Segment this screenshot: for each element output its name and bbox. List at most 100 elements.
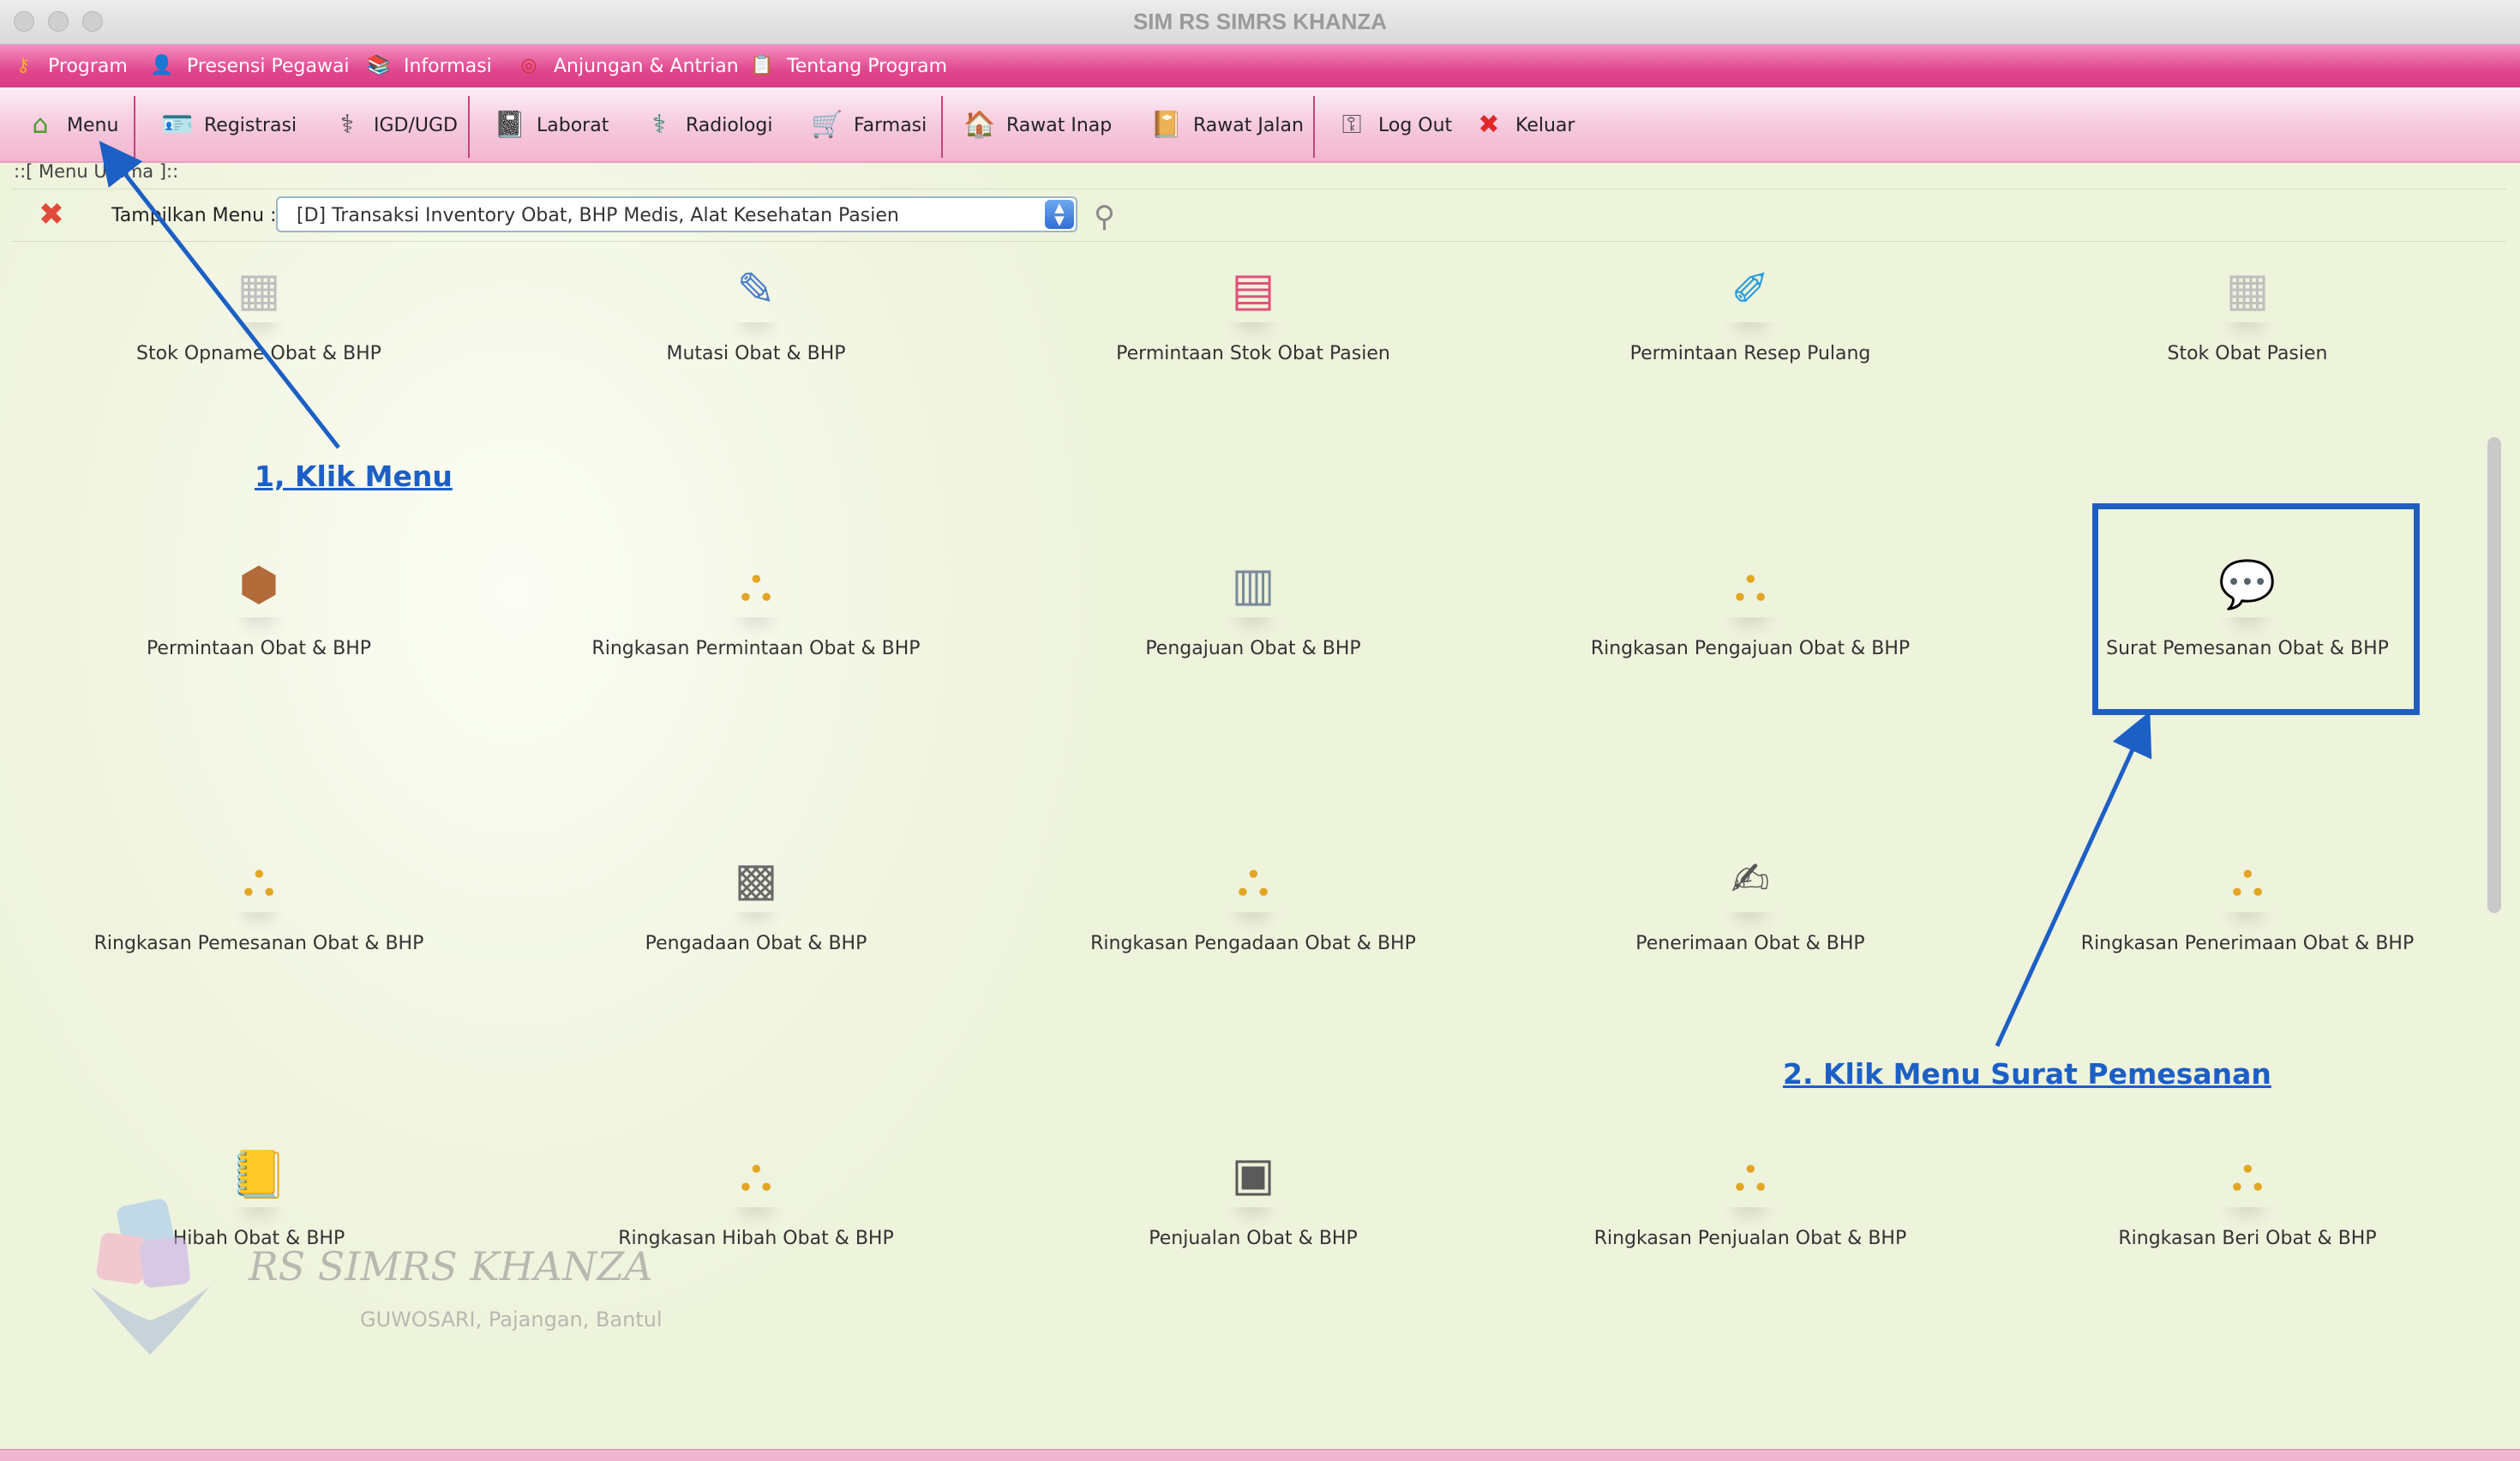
tile-mutasi[interactable]: ✎ Mutasi Obat & BHP bbox=[533, 249, 979, 420]
package-icon: ⬢ bbox=[226, 552, 291, 617]
tile-label: Pengajuan Obat & BHP bbox=[1145, 638, 1361, 659]
status-bar bbox=[0, 1449, 2520, 1461]
tile-ringkasan-penerimaan[interactable]: ⛬ Ringkasan Penerimaan Obat & BHP bbox=[2025, 839, 2470, 1010]
toolbar-igd-button[interactable]: ⚕ IGD/UGD bbox=[329, 87, 458, 163]
books-icon: 📚 bbox=[367, 55, 391, 76]
tile-ringkasan-penjualan[interactable]: ⛬ Ringkasan Penjualan Obat & BHP bbox=[1527, 1133, 1973, 1305]
pharmacy-cart-icon: 🛒 bbox=[811, 110, 843, 140]
tile-stok-opname[interactable]: ▦ Stok Opname Obat & BHP bbox=[36, 249, 482, 420]
toolbar-radiologi-label: Radiologi bbox=[686, 114, 773, 136]
tile-ringkasan-pengadaan[interactable]: ⛬ Ringkasan Pengadaan Obat & BHP bbox=[1030, 839, 1476, 1010]
toolbar-menu-label: Menu bbox=[67, 114, 119, 136]
toolbar-registrasi-button[interactable]: 🪪 Registrasi bbox=[159, 87, 297, 163]
toolbar-rawat-inap-label: Rawat Inap bbox=[1006, 114, 1113, 136]
tile-label: Ringkasan Penjualan Obat & BHP bbox=[1593, 1228, 1907, 1249]
menu-category-select[interactable]: [D] Transaksi Inventory Obat, BHP Medis,… bbox=[276, 196, 1077, 232]
title-bar: SIM RS SIMRS KHANZA bbox=[0, 0, 2520, 45]
clipboard-icon: 📋 bbox=[750, 55, 774, 76]
toolbar-farmasi-button[interactable]: 🛒 Farmasi bbox=[809, 87, 927, 163]
lab-book-icon: 📓 bbox=[494, 110, 526, 140]
nurse-icon: ⚕ bbox=[651, 110, 667, 140]
home-icon: ⌂ bbox=[32, 110, 49, 140]
toolbar-rawat-inap-button[interactable]: 🏠 Rawat Inap bbox=[962, 87, 1112, 163]
watermark-address: GUWOSARI, Pajangan, Bantul bbox=[360, 1308, 663, 1332]
tile-label: Stok Opname Obat & BHP bbox=[136, 343, 381, 364]
panel-frame-label: ::[ Menu Utama ]:: bbox=[14, 163, 179, 182]
toolbar-separator bbox=[1313, 96, 1315, 158]
watermark: RS SIMRS KHANZA GUWOSARI, Pajangan, Bant… bbox=[73, 1192, 673, 1363]
tile-pengadaan[interactable]: ▩ Pengadaan Obat & BHP bbox=[533, 839, 979, 1010]
toolbar-logout-label: Log Out bbox=[1378, 114, 1453, 136]
org-chart-icon: ⛬ bbox=[2215, 1142, 2280, 1207]
toolbar-radiologi-button[interactable]: ⚕ Radiologi bbox=[641, 87, 773, 163]
tile-label: Permintaan Obat & BHP bbox=[146, 638, 372, 659]
toolbar-laborat-button[interactable]: 📓 Laborat bbox=[492, 87, 609, 163]
tile-pengajuan[interactable]: ▥ Pengajuan Obat & BHP bbox=[1030, 544, 1476, 715]
menu-informasi-label: Informasi bbox=[404, 55, 492, 77]
toolbar-keluar-label: Keluar bbox=[1515, 114, 1575, 136]
menu-anjungan-antrian[interactable]: ◎ Anjungan & Antrian bbox=[514, 45, 739, 87]
select-arrows-icon: ▲ ▼ bbox=[1045, 200, 1074, 229]
window-title: SIM RS SIMRS KHANZA bbox=[1132, 9, 1388, 34]
toolbar-keluar-button[interactable]: ✖ Keluar bbox=[1471, 87, 1575, 163]
main-menu-panel: ::[ Menu Utama ]:: ✖ Tampilkan Menu : [D… bbox=[0, 163, 2520, 1449]
key-icon: ⚷ bbox=[15, 55, 31, 76]
calculator-icon: ▩ bbox=[723, 847, 789, 912]
org-chart-icon: ⛬ bbox=[723, 552, 789, 617]
menu-anjungan-label: Anjungan & Antrian bbox=[554, 55, 739, 77]
tile-label: Ringkasan Pengadaan Obat & BHP bbox=[1090, 933, 1416, 954]
annotation-step-1: 1, Klik Menu bbox=[255, 460, 453, 493]
doctor-icon: ⚕ bbox=[339, 110, 355, 140]
tile-label: Penjualan Obat & BHP bbox=[1149, 1228, 1358, 1249]
close-panel-icon[interactable]: ✖ bbox=[36, 200, 67, 231]
tile-permintaan-stok-obat-pasien[interactable]: ▤ Permintaan Stok Obat Pasien bbox=[1030, 249, 1476, 420]
menu-tentang-label: Tentang Program bbox=[787, 55, 948, 77]
spreadsheet-edit-icon: ▥ bbox=[1221, 552, 1286, 617]
tile-ringkasan-beri[interactable]: ⛬ Ringkasan Beri Obat & BHP bbox=[2025, 1133, 2470, 1305]
boxes-icon: ▦ bbox=[226, 257, 291, 322]
main-toolbar: ⌂ Menu 🪪 Registrasi ⚕ IGD/UGD 📓 Laborat … bbox=[0, 87, 2520, 163]
toolbar-separator bbox=[134, 96, 135, 158]
tile-ringkasan-pemesanan[interactable]: ⛬ Ringkasan Pemesanan Obat & BHP bbox=[36, 839, 482, 1010]
pencil-note-icon: ✐ bbox=[1718, 257, 1783, 322]
edit-document-icon: ✎ bbox=[723, 257, 789, 322]
org-chart-icon: ⛬ bbox=[1221, 847, 1286, 912]
person-icon: 👤 bbox=[150, 55, 174, 76]
toolbar-separator bbox=[468, 96, 470, 158]
menu-tentang-program[interactable]: 📋 Tentang Program bbox=[747, 45, 947, 87]
tile-permintaan-obat[interactable]: ⬢ Permintaan Obat & BHP bbox=[36, 544, 482, 715]
tile-penerimaan[interactable]: ✍ Penerimaan Obat & BHP bbox=[1527, 839, 1973, 1010]
org-chart-icon: ⛬ bbox=[1718, 1142, 1783, 1207]
tile-label: Ringkasan Penerimaan Obat & BHP bbox=[2080, 933, 2415, 954]
lifebuoy-icon: ◎ bbox=[520, 55, 537, 76]
outpatient-book-icon: 📔 bbox=[1150, 110, 1183, 140]
menu-program[interactable]: ⚷ Program bbox=[9, 45, 128, 87]
menu-presensi-pegawai[interactable]: 👤 Presensi Pegawai bbox=[147, 45, 350, 87]
khanza-logo-icon bbox=[90, 1199, 210, 1355]
tile-ringkasan-permintaan[interactable]: ⛬ Ringkasan Permintaan Obat & BHP bbox=[533, 544, 979, 715]
annotation-step-2: 2. Klik Menu Surat Pemesanan bbox=[1783, 1057, 2271, 1091]
toolbar-logout-button[interactable]: ⚿ Log Out bbox=[1334, 87, 1453, 163]
toolbar-rawat-jalan-button[interactable]: 📔 Rawat Jalan bbox=[1149, 87, 1304, 163]
toolbar-menu-button[interactable]: ⌂ Menu bbox=[22, 87, 118, 163]
search-icon[interactable]: ⚲ bbox=[1094, 200, 1115, 234]
id-card-icon: 🪪 bbox=[161, 110, 194, 140]
menu-informasi[interactable]: 📚 Informasi bbox=[364, 45, 492, 87]
tile-label: Stok Obat Pasien bbox=[2167, 343, 2328, 364]
tile-penjualan[interactable]: ▣ Penjualan Obat & BHP bbox=[1030, 1133, 1476, 1305]
menu-presensi-label: Presensi Pegawai bbox=[187, 55, 350, 77]
tile-label: Permintaan Stok Obat Pasien bbox=[1116, 343, 1390, 364]
tile-ringkasan-pengajuan[interactable]: ⛬ Ringkasan Pengajuan Obat & BHP bbox=[1527, 544, 1973, 715]
tile-label: Pengadaan Obat & BHP bbox=[645, 933, 867, 954]
menu-filter-row: ✖ Tampilkan Menu : [D] Transaksi Invento… bbox=[12, 189, 2506, 242]
org-chart-icon: ⛬ bbox=[723, 1142, 789, 1207]
boxes-icon: ▦ bbox=[2215, 257, 2280, 322]
tile-permintaan-resep-pulang[interactable]: ✐ Permintaan Resep Pulang bbox=[1527, 249, 1973, 420]
highlight-box-surat-pemesanan bbox=[2092, 503, 2420, 715]
tile-label: Ringkasan Permintaan Obat & BHP bbox=[591, 638, 921, 659]
menu-category-value: [D] Transaksi Inventory Obat, BHP Medis,… bbox=[297, 205, 899, 226]
vertical-scrollbar[interactable] bbox=[2487, 437, 2501, 913]
toolbar-igd-label: IGD/UGD bbox=[374, 114, 458, 136]
tile-stok-obat-pasien[interactable]: ▦ Stok Obat Pasien bbox=[2025, 249, 2470, 420]
house-icon: 🏠 bbox=[963, 110, 996, 140]
